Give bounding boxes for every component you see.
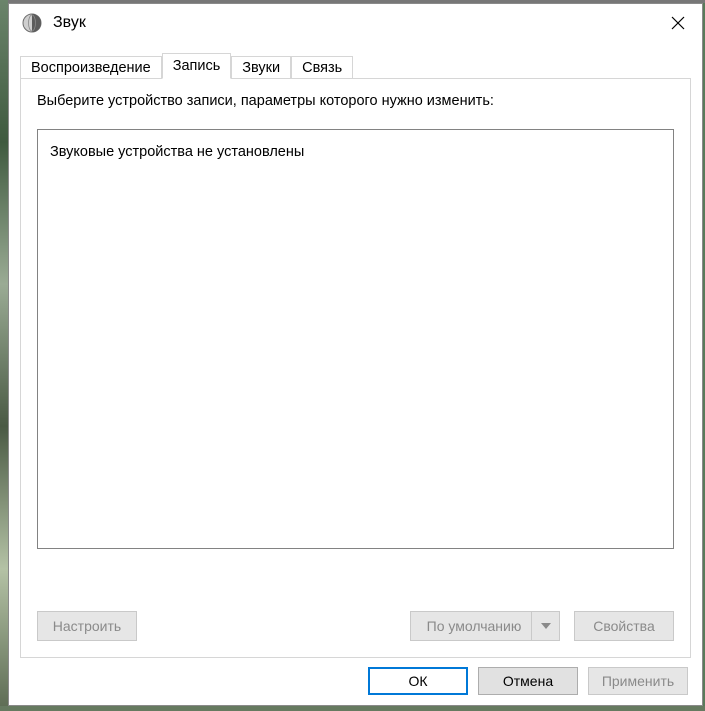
tab-communications[interactable]: Связь [291,56,353,79]
instruction-text: Выберите устройство записи, параметры ко… [37,93,674,109]
desktop-bg-bottom [0,706,705,711]
tab-recording[interactable]: Запись [162,53,232,79]
close-icon [671,16,685,30]
ok-button[interactable]: ОК [368,667,468,695]
desktop-bg-left [0,0,8,711]
tab-playback[interactable]: Воспроизведение [20,56,162,79]
set-default-button: По умолчанию [410,611,560,641]
tab-sounds[interactable]: Звуки [231,56,291,79]
properties-button: Свойства [574,611,674,641]
chevron-down-icon [531,612,559,640]
sound-icon [21,12,43,34]
cancel-button[interactable]: Отмена [478,667,578,695]
tab-row: Воспроизведение Запись Звуки Связь [20,52,691,78]
dialog-button-row: ОК Отмена Применить [9,658,702,705]
tab-area: Воспроизведение Запись Звуки Связь Выбер… [9,42,702,658]
window-title: Звук [53,14,86,32]
set-default-label: По умолчанию [427,618,522,634]
panel-bottom-buttons: Настроить По умолчанию Свойства [37,611,674,641]
apply-button: Применить [588,667,688,695]
tab-panel-recording: Выберите устройство записи, параметры ко… [20,78,691,658]
sound-dialog-window: Звук Воспроизведение Запись Звуки Связь … [8,3,703,706]
device-list[interactable]: Звуковые устройства не установлены [37,129,674,549]
empty-device-message: Звуковые устройства не установлены [50,144,304,160]
close-button[interactable] [654,4,702,42]
configure-button: Настроить [37,611,137,641]
titlebar: Звук [9,4,702,42]
